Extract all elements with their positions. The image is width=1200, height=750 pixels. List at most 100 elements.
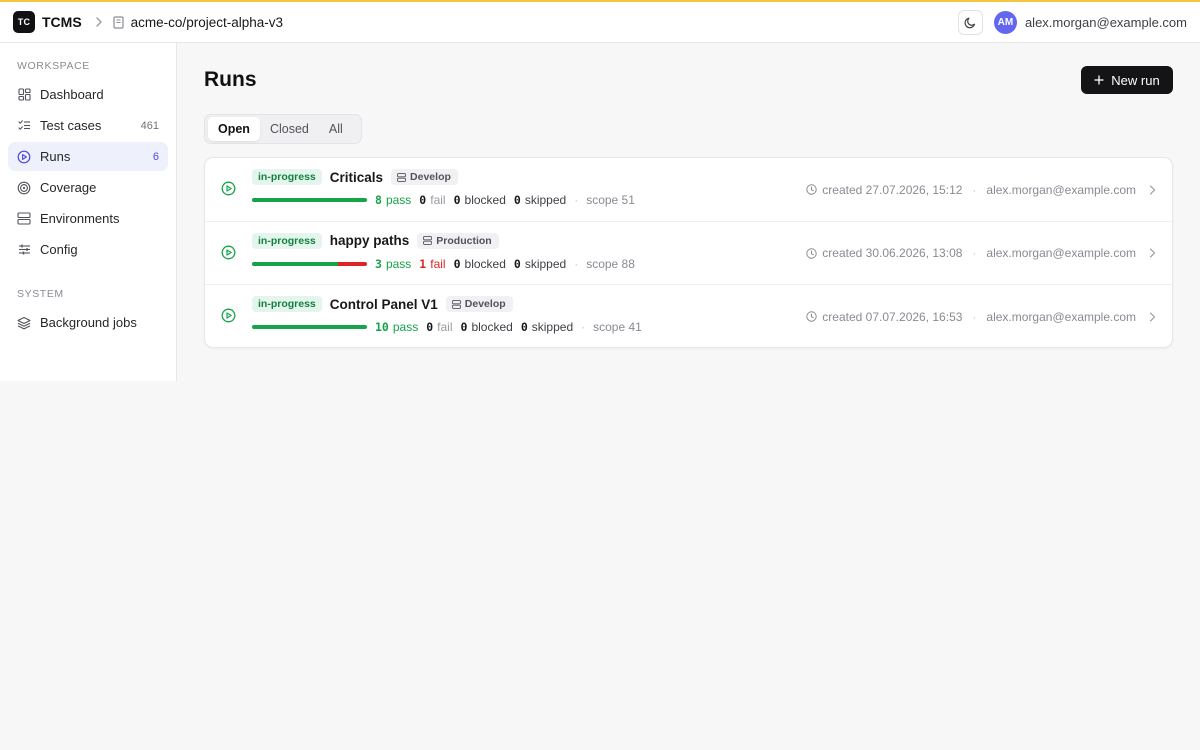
progress-bar (252, 325, 367, 330)
app-name[interactable]: TCMS (42, 14, 82, 30)
pass-count: 10 pass (375, 320, 419, 335)
avatar[interactable]: AM (993, 10, 1017, 34)
blocked-count: 0 blocked (453, 193, 506, 207)
progress-fail-segment (338, 261, 367, 266)
separator-dot: · (574, 193, 579, 207)
chevron-right-icon (95, 17, 103, 27)
run-author: alex.morgan@example.com (986, 246, 1136, 261)
sidebar-item-label: Background jobs (40, 315, 137, 330)
tab-all[interactable]: All (319, 117, 353, 141)
sidebar-item-count: 6 (152, 150, 159, 163)
play-circle-icon (221, 181, 236, 196)
run-status-tabs: Open Closed All (204, 114, 362, 144)
play-circle-icon (221, 308, 236, 323)
sidebar-item-coverage[interactable]: Coverage (8, 173, 168, 202)
page-title: Runs (204, 68, 257, 91)
run-author: alex.morgan@example.com (986, 309, 1136, 324)
user-email[interactable]: alex.morgan@example.com (1025, 15, 1187, 30)
play-circle-icon (221, 245, 236, 260)
skipped-count: 0 skipped (513, 256, 567, 271)
progress-pass-segment (252, 325, 367, 330)
play-circle-icon (17, 150, 31, 164)
progress-pass-segment (252, 261, 339, 266)
environment-chip: Production (417, 232, 499, 249)
theme-toggle-button[interactable] (957, 9, 983, 35)
sidebar-section-workspace: WORKSPACE (17, 60, 90, 72)
scope-count: scope 41 (593, 320, 642, 335)
tab-open[interactable]: Open (208, 117, 260, 141)
separator-dot: · (972, 182, 977, 197)
checklist-icon (17, 119, 31, 133)
sidebar-item-label: Test cases (40, 118, 102, 133)
progress-bar (252, 261, 367, 266)
sidebar-item-config[interactable]: Config (8, 235, 168, 264)
separator-dot: · (581, 320, 586, 335)
chevron-right-icon[interactable] (1149, 312, 1156, 322)
blocked-count: 0 blocked (460, 320, 513, 335)
clock-icon (806, 247, 817, 259)
breadcrumb-repo[interactable]: acme-co/project-alpha-v3 (131, 15, 283, 30)
target-icon (17, 181, 31, 195)
run-row[interactable]: in-progress happy paths Production 3 pass… (205, 222, 1172, 286)
sidebar-item-environments[interactable]: Environments (8, 204, 168, 233)
pass-count: 3 pass (375, 256, 412, 271)
environment-label: Production (436, 234, 492, 247)
run-name[interactable]: happy paths (330, 233, 410, 248)
skipped-count: 0 skipped (513, 193, 567, 207)
run-row[interactable]: in-progress Criticals Develop 8 pass 0 fai… (205, 158, 1172, 222)
scope-count: scope 88 (586, 256, 635, 271)
sidebar-item-runs[interactable]: Runs 6 (8, 142, 168, 171)
plus-icon (1094, 75, 1104, 85)
environment-label: Develop (464, 298, 506, 311)
run-author: alex.morgan@example.com (986, 182, 1136, 197)
skipped-count: 0 skipped (520, 320, 574, 335)
new-run-button[interactable]: New run (1081, 66, 1173, 94)
progress-pass-segment (252, 198, 367, 202)
sidebar-section-system: SYSTEM (17, 288, 64, 300)
blocked-count: 0 blocked (453, 256, 506, 271)
separator-dot: · (972, 246, 977, 261)
status-badge: in-progress (252, 169, 322, 185)
sidebar-item-label: Config (40, 242, 78, 257)
environment-chip: Develop (391, 169, 458, 185)
scope-count: scope 51 (586, 193, 635, 207)
layers-icon (17, 316, 31, 330)
sidebar-item-label: Runs (40, 149, 71, 164)
clock-icon (806, 184, 817, 195)
fail-count: 0 fail (426, 320, 453, 335)
tab-closed[interactable]: Closed (260, 117, 319, 141)
app-logo[interactable]: TC (13, 11, 35, 33)
new-run-label: New run (1111, 72, 1160, 88)
pass-count: 8 pass (375, 193, 412, 207)
run-name[interactable]: Control Panel V1 (330, 297, 438, 312)
chevron-right-icon[interactable] (1149, 184, 1156, 195)
server-icon (397, 172, 406, 182)
sidebar-item-background-jobs[interactable]: Background jobs (8, 308, 168, 337)
run-name[interactable]: Criticals (330, 170, 383, 185)
created-timestamp: created 07.07.2026, 16:53 (822, 309, 963, 324)
separator-dot: · (574, 256, 579, 271)
chevron-right-icon[interactable] (1149, 248, 1156, 258)
run-list: in-progress Criticals Develop 8 pass 0 fai… (204, 157, 1173, 348)
sidebar-item-test-cases[interactable]: Test cases 461 (8, 111, 168, 140)
progress-bar (252, 198, 367, 202)
sliders-icon (17, 243, 31, 257)
dashboard-icon (17, 88, 31, 102)
fail-count: 1 fail (419, 256, 446, 271)
sidebar-item-label: Dashboard (40, 87, 104, 102)
environment-chip: Develop (445, 296, 513, 313)
run-row[interactable]: in-progress Control Panel V1 Develop 10 p… (205, 285, 1172, 349)
server-icon (423, 236, 433, 245)
sidebar-item-label: Environments (40, 211, 120, 226)
status-badge: in-progress (252, 232, 322, 249)
environment-label: Develop (410, 171, 451, 183)
status-badge: in-progress (252, 296, 322, 313)
sidebar-item-dashboard[interactable]: Dashboard (8, 80, 168, 109)
repo-icon (113, 15, 124, 29)
separator-dot: · (972, 309, 977, 324)
created-timestamp: created 30.06.2026, 13:08 (822, 246, 963, 261)
server-icon (17, 212, 31, 226)
sidebar-item-label: Coverage (40, 180, 97, 195)
moon-icon (964, 17, 976, 28)
clock-icon (806, 311, 817, 322)
